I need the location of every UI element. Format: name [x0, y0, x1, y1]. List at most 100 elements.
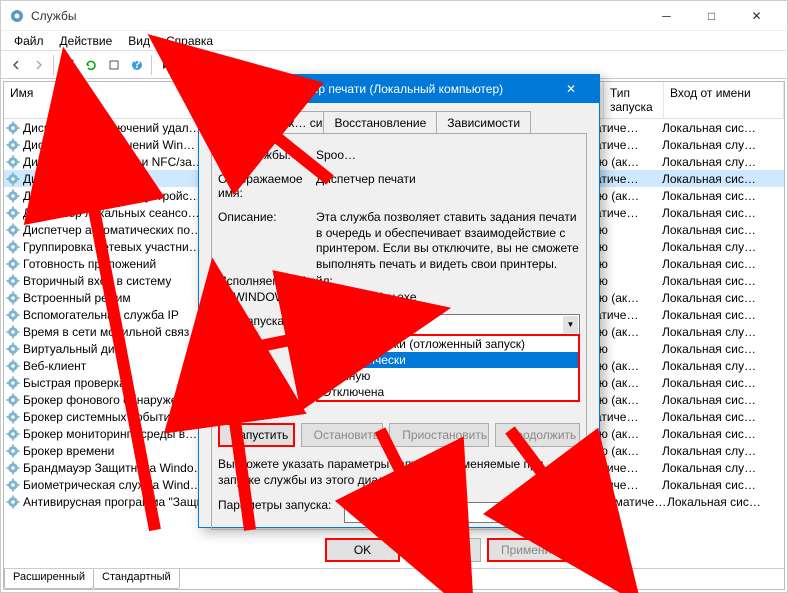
service-name: Диспетчер подключений Win… [23, 138, 209, 152]
toolbar-back-icon[interactable] [5, 54, 27, 76]
services-icon [9, 8, 25, 24]
main-title: Службы [31, 9, 644, 23]
service-logon: Локальная сис… [662, 478, 782, 492]
service-name: Брокер времени [23, 444, 209, 458]
service-name: Брокер системных событий [23, 410, 209, 424]
service-logon: Локальная слу… [662, 155, 782, 169]
service-name: Вспомогательная служба IP [23, 308, 209, 322]
startup-type-value[interactable]: Автоматически [316, 314, 580, 335]
service-logon: Локальная слу… [662, 325, 782, 339]
toolbar-pause-icon[interactable] [201, 54, 223, 76]
service-name: Виртуальный диск [23, 342, 209, 356]
params-input[interactable] [344, 502, 580, 523]
toolbar-stop-icon[interactable] [178, 54, 200, 76]
minimize-button[interactable]: ─ [644, 2, 689, 30]
stop-button[interactable]: Остановить [301, 423, 384, 447]
service-properties-dialog: Свойства: Диспетчер печати (Локальный ко… [198, 74, 600, 528]
start-button[interactable]: Запустить [218, 423, 295, 447]
value-executable: C:\WINDOWS\System32\spoolsv.exe [218, 290, 417, 304]
service-name: Диспетчер настройки устройс… [23, 189, 209, 203]
menu-view[interactable]: Вид [121, 33, 157, 48]
label-startup-type: Тип запуска: [218, 314, 310, 328]
service-logon: Локальная слу… [662, 359, 782, 373]
service-logon: Локальная сис… [662, 308, 782, 322]
menubar: Файл Действие Вид Справка [1, 31, 787, 51]
service-name: Диспетчер платежей и NFC/за… [23, 155, 209, 169]
resume-button[interactable]: Продолжить [495, 423, 580, 447]
dialog-close-button[interactable]: ✕ [551, 75, 591, 103]
startup-type-options: Автоматически (отложенный запуск) Автома… [316, 334, 580, 402]
service-name: Брокер фонового обнаружен… [23, 393, 209, 407]
toolbar-play-icon[interactable] [155, 54, 177, 76]
service-logon: Локальная слу… [662, 461, 782, 475]
close-button[interactable]: ✕ [734, 2, 779, 30]
tab-standard[interactable]: Стандартный [93, 569, 180, 589]
service-name: Встроенный режим [23, 291, 209, 305]
column-name[interactable]: Имя [4, 82, 209, 118]
dialog-footer: OK Отмена Применить [211, 530, 587, 572]
service-logon: Локальная слу… [662, 444, 782, 458]
toolbar-export-icon[interactable] [103, 54, 125, 76]
label-display-name: Отображаемое имя: [218, 172, 310, 200]
service-name: Диспетчер печати [23, 172, 209, 186]
value-display-name: Диспетчер печати [316, 172, 580, 186]
startup-type-dropdown[interactable]: Автоматически ▼ Автоматически (отложенны… [316, 314, 580, 335]
service-startup: Автоматиче… [588, 495, 667, 509]
service-logon: Локальная сис… [662, 291, 782, 305]
service-name: Веб-клиент [23, 359, 209, 373]
option-manual[interactable]: Вручную [318, 368, 578, 384]
svg-text:?: ? [133, 58, 140, 71]
pause-button[interactable]: Приостановить [389, 423, 488, 447]
service-logon: Локальная сис… [662, 410, 782, 424]
main-titlebar: Службы ─ □ ✕ [1, 1, 787, 31]
apply-button[interactable]: Применить [487, 538, 577, 562]
service-name: Брокер мониторинга среды в… [23, 427, 209, 441]
cancel-button[interactable]: Отмена [406, 538, 481, 562]
maximize-button[interactable]: □ [689, 2, 734, 30]
toolbar-help-icon[interactable]: ? [126, 54, 148, 76]
service-name: Диспетчер автоматических по… [23, 223, 209, 237]
menu-file[interactable]: Файл [7, 33, 51, 48]
option-auto[interactable]: Автоматически [318, 352, 578, 368]
service-logon: Локальная слу… [662, 240, 782, 254]
service-name: Готовность приложений [23, 257, 209, 271]
dialog-tabs: Общие Вx… систему Восстановление Зависим… [211, 111, 587, 134]
service-logon: Локальная сис… [662, 427, 782, 441]
service-logon: Локальная сис… [662, 342, 782, 356]
toolbar-forward-icon[interactable] [28, 54, 50, 76]
value-service-name: Spoo… [316, 148, 580, 162]
column-startup[interactable]: Тип запуска [604, 82, 664, 118]
window-controls: ─ □ ✕ [644, 2, 779, 30]
dialog-titlebar[interactable]: Свойства: Диспетчер печати (Локальный ко… [199, 75, 599, 103]
service-name: Быстрая проверка [23, 376, 209, 390]
service-logon: Локальная сис… [662, 121, 782, 135]
menu-action[interactable]: Действие [53, 33, 120, 48]
option-auto-delayed[interactable]: Автоматически (отложенный запуск) [318, 336, 578, 352]
dialog-title: Свойства: Диспетчер печати (Локальный ко… [207, 82, 551, 96]
service-logon: Локальная сис… [662, 274, 782, 288]
chevron-down-icon[interactable]: ▼ [563, 316, 578, 333]
option-disabled[interactable]: Отключена [318, 384, 578, 400]
tab-general[interactable]: Общие [211, 111, 270, 134]
toolbar-properties-icon[interactable] [57, 54, 79, 76]
tab-logon[interactable]: Вx… систему [269, 111, 324, 133]
label-state: Состояние: [218, 395, 310, 409]
service-name: Диспетчер подключений удал… [23, 121, 209, 135]
tab-recovery[interactable]: Восстановление [323, 111, 437, 133]
tab-extended[interactable]: Расширенный [4, 569, 94, 589]
label-params: Параметры запуска: [218, 498, 338, 512]
service-logon: Локальная сис… [662, 257, 782, 271]
service-logon: Локальная слу… [662, 138, 782, 152]
service-name: Брандмауэр Защитника Windo… [23, 461, 209, 475]
tab-dependencies[interactable]: Зависимости [436, 111, 531, 133]
label-description: Описание: [218, 210, 310, 224]
service-logon: Локальная сис… [662, 393, 782, 407]
menu-help[interactable]: Справка [159, 33, 220, 48]
toolbar-refresh-icon[interactable] [80, 54, 102, 76]
toolbar-restart-icon[interactable] [224, 54, 246, 76]
ok-button[interactable]: OK [325, 538, 400, 562]
service-logon: Локальная сис… [662, 172, 782, 186]
column-logon[interactable]: Вход от имени [664, 82, 784, 118]
service-logon: Локальная сис… [667, 495, 782, 509]
general-panel: Имя службы: Spoo… Отображаемое имя: Дисп… [211, 134, 587, 530]
